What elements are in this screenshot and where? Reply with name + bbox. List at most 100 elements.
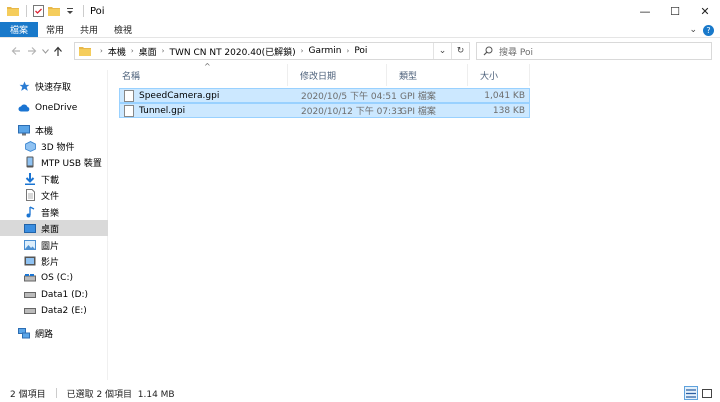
navigation-pane: 快速存取 OneDrive 本機 3D 物件 MTP USB 裝置 下載 文件 …	[0, 70, 108, 380]
sidebar-item-documents[interactable]: 文件	[0, 187, 108, 203]
customize-toolbar-icon[interactable]	[63, 4, 77, 18]
status-bar: 2 個項目 已選取 2 個項目 1.14 MB	[0, 384, 720, 402]
minimize-button[interactable]: —	[630, 0, 660, 22]
file-size: 138 KB	[492, 105, 525, 116]
sidebar-item-label: 影片	[41, 257, 60, 268]
sidebar-item-drive-c[interactable]: OS (C:)	[0, 270, 108, 286]
sidebar-item-this-pc[interactable]: 本機	[0, 122, 108, 138]
sidebar-item-quick-access[interactable]: 快速存取	[0, 78, 108, 94]
tab-file[interactable]: 檔案	[0, 22, 39, 37]
up-icon[interactable]	[50, 43, 66, 59]
sidebar-item-pictures[interactable]: 圖片	[0, 237, 108, 253]
forward-icon[interactable]	[24, 43, 40, 59]
sidebar-item-drive-d[interactable]: Data1 (D:)	[0, 287, 108, 303]
file-name-cell: SpeedCamera.gpi	[124, 89, 219, 102]
sidebar-item-label: MTP USB 裝置	[41, 158, 102, 169]
sidebar-item-network[interactable]: 網路	[0, 325, 108, 341]
tab-home[interactable]: 常用	[38, 22, 72, 37]
column-header-size[interactable]: 大小	[468, 64, 530, 86]
breadcrumb-item[interactable]: 桌面	[139, 45, 157, 58]
address-bar[interactable]: › 本機 › 桌面 › TWN CN NT 2020.40(已解鎖) › Gar…	[74, 42, 470, 60]
sidebar-item-downloads[interactable]: 下載	[0, 171, 108, 187]
file-name-cell: Tunnel.gpi	[124, 104, 186, 117]
window-title: Poi	[90, 5, 105, 17]
sidebar-item-label: 本機	[35, 126, 54, 137]
back-icon[interactable]	[8, 43, 24, 59]
sidebar-item-drive-e[interactable]: Data2 (E:)	[0, 303, 108, 319]
file-name: Tunnel.gpi	[139, 105, 186, 116]
sidebar-item-label: Data2 (E:)	[41, 306, 87, 316]
sidebar-item-label: 音樂	[41, 208, 60, 219]
ribbon-right: ⌄ ?	[689, 22, 714, 38]
file-icon	[124, 89, 134, 102]
file-row[interactable]: SpeedCamera.gpi 2020/10/5 下午 04:51 GPI 檔…	[119, 88, 530, 103]
file-size: 1,041 KB	[484, 90, 525, 101]
drive-icon	[24, 289, 36, 301]
new-folder-icon[interactable]	[47, 4, 61, 18]
breadcrumb-item[interactable]: Garmin	[308, 46, 341, 56]
star-icon	[18, 80, 30, 92]
phone-icon	[24, 156, 36, 168]
breadcrumb-item[interactable]: Poi	[354, 46, 367, 56]
column-header-date[interactable]: 修改日期	[288, 64, 387, 86]
sidebar-item-music[interactable]: 音樂	[0, 204, 108, 220]
breadcrumb-item[interactable]: TWN CN NT 2020.40(已解鎖)	[169, 45, 295, 58]
network-icon	[18, 327, 30, 339]
sort-ascending-icon: ^	[204, 62, 211, 71]
tab-view[interactable]: 檢視	[106, 22, 140, 37]
toolbar-divider	[26, 5, 27, 17]
sidebar-item-label: 圖片	[41, 241, 60, 252]
breadcrumb-item[interactable]: 本機	[108, 45, 126, 58]
sidebar-item-desktop[interactable]: 桌面	[0, 220, 108, 236]
column-header-name[interactable]: 名稱	[110, 64, 288, 86]
file-icon	[124, 104, 134, 117]
title-bar: Poi — ☐ ✕	[0, 0, 720, 22]
sidebar-item-label: 桌面	[41, 224, 60, 235]
view-switcher	[684, 386, 714, 400]
sidebar-item-label: 快速存取	[35, 82, 72, 93]
large-icons-view-icon[interactable]	[700, 386, 714, 400]
cube-icon	[24, 140, 36, 152]
breadcrumb-separator: ›	[346, 47, 350, 55]
picture-icon	[24, 239, 36, 251]
search-placeholder: 搜尋 Poi	[499, 47, 533, 58]
item-count: 2 個項目	[10, 389, 46, 400]
quick-access-toolbar	[0, 0, 88, 22]
sidebar-item-onedrive[interactable]: OneDrive	[0, 100, 108, 116]
navigation-bar: › 本機 › 桌面 › TWN CN NT 2020.40(已解鎖) › Gar…	[0, 38, 720, 64]
tab-share[interactable]: 共用	[72, 22, 106, 37]
sidebar-item-mtp-usb[interactable]: MTP USB 裝置	[0, 154, 108, 170]
maximize-button[interactable]: ☐	[660, 0, 690, 22]
file-row[interactable]: Tunnel.gpi 2020/10/12 下午 07:33 GPI 檔案 13…	[119, 103, 530, 118]
sidebar-item-label: 網路	[35, 329, 54, 340]
breadcrumb-separator: ›	[130, 47, 134, 55]
sidebar-item-label: 文件	[41, 191, 60, 202]
recent-locations-icon[interactable]	[40, 43, 50, 59]
column-header-type[interactable]: 類型	[387, 64, 468, 86]
file-date: 2020/10/12 下午 07:33	[301, 107, 403, 117]
search-icon	[483, 46, 493, 56]
drive-icon	[24, 272, 36, 284]
cloud-icon	[18, 102, 30, 114]
properties-icon[interactable]	[31, 4, 45, 18]
breadcrumb-separator: ›	[100, 47, 103, 55]
help-icon[interactable]: ?	[703, 24, 714, 36]
close-button[interactable]: ✕	[690, 0, 720, 22]
details-view-icon[interactable]	[684, 386, 698, 400]
folder-icon	[6, 4, 20, 18]
folder-icon	[79, 46, 91, 56]
expand-ribbon-icon[interactable]: ⌄	[689, 25, 697, 35]
address-dropdown-icon[interactable]: ⌄	[433, 43, 451, 59]
sidebar-item-videos[interactable]: 影片	[0, 253, 108, 269]
refresh-icon[interactable]: ↻	[451, 43, 469, 59]
status-divider	[55, 388, 57, 398]
address-actions: ⌄ ↻	[433, 43, 469, 59]
sidebar-item-label: Data1 (D:)	[41, 290, 89, 300]
computer-icon	[18, 124, 30, 136]
sidebar-item-3d-objects[interactable]: 3D 物件	[0, 138, 108, 154]
selection-info: 已選取 2 個項目 1.14 MB	[66, 389, 175, 400]
search-box[interactable]: 搜尋 Poi	[476, 42, 712, 60]
breadcrumb-separator: ›	[300, 47, 304, 55]
sidebar-item-label: OS (C:)	[41, 273, 73, 283]
file-date: 2020/10/5 下午 04:51	[301, 92, 397, 102]
